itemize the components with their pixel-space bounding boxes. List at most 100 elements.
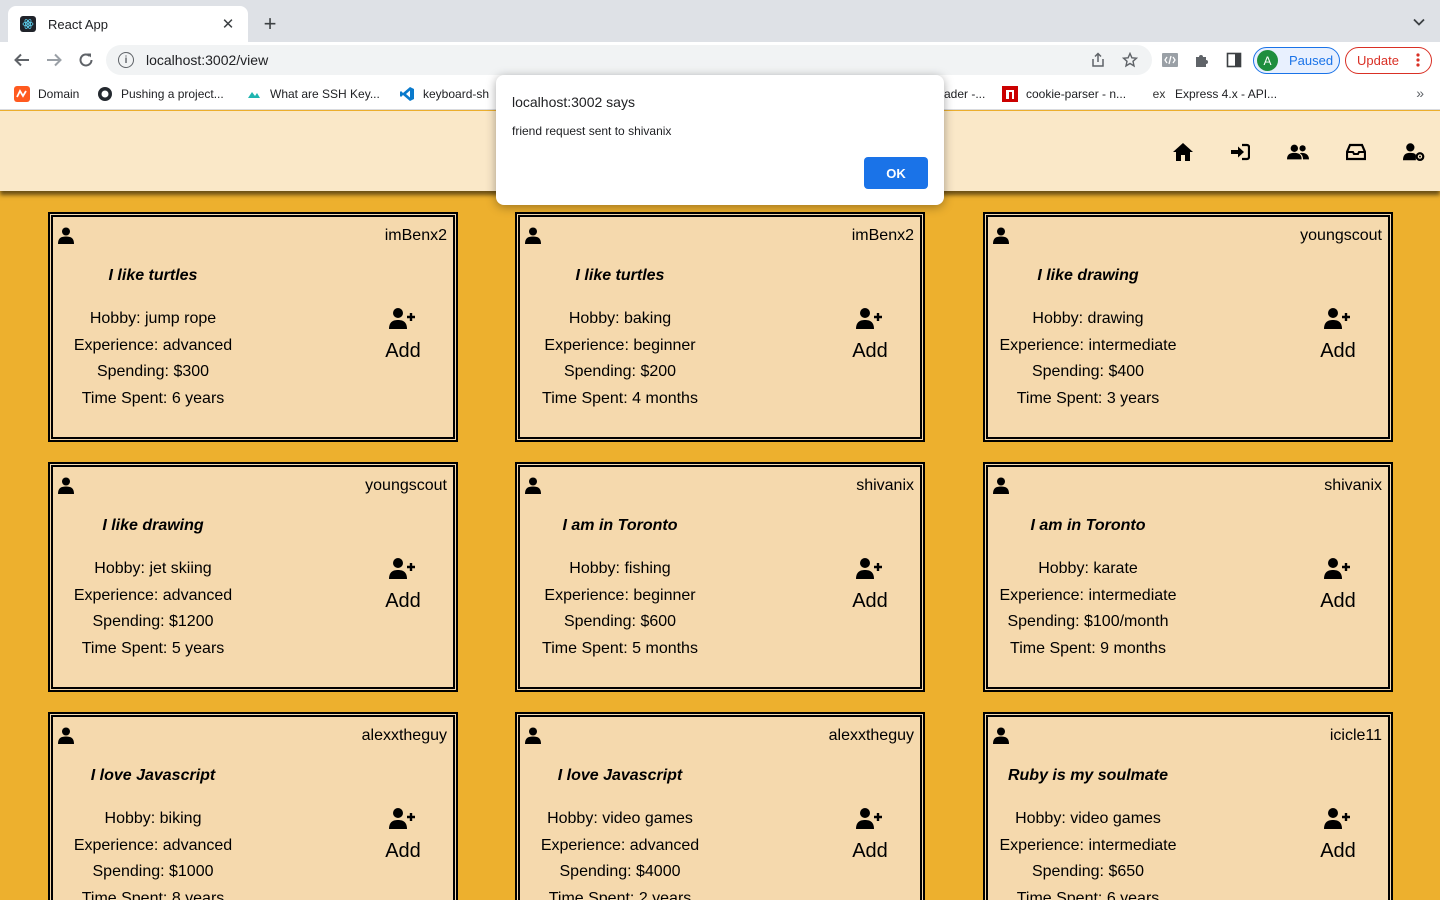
card-experience: Experience: advanced <box>73 336 233 354</box>
update-button[interactable]: Update <box>1345 47 1432 74</box>
domain-icon <box>14 86 30 102</box>
bookmark-cookie-parser[interactable]: cookie-parser - n... <box>1002 85 1126 103</box>
add-label: Add <box>1320 590 1356 612</box>
bookmark-pushing-project[interactable]: Pushing a project... <box>97 85 224 103</box>
card-experience: Experience: intermediate <box>999 836 1177 854</box>
card-experience: Experience: advanced <box>73 586 233 604</box>
user-settings-icon[interactable] <box>1403 141 1425 163</box>
add-user-icon <box>389 807 417 831</box>
add-friend-button[interactable]: Add <box>1313 307 1363 363</box>
close-tab-icon[interactable]: ✕ <box>218 14 238 34</box>
add-friend-button[interactable]: Add <box>1313 807 1363 863</box>
add-friend-button[interactable]: Add <box>845 807 895 863</box>
add-user-icon <box>856 307 884 331</box>
bookmark-keyboard-shortcuts[interactable]: keyboard-sh <box>399 85 489 103</box>
bookmark-domain[interactable]: Domain <box>14 85 79 103</box>
extensions-puzzle-icon[interactable] <box>1193 51 1211 69</box>
add-friend-button[interactable]: Add <box>378 557 428 613</box>
card-username: imBenx2 <box>851 227 914 244</box>
ssh-icon <box>246 86 262 102</box>
card-experience: Experience: beginner <box>544 586 696 604</box>
back-arrow-icon[interactable] <box>10 48 34 72</box>
npm-icon <box>1002 86 1018 102</box>
bookmark-ssh-keys[interactable]: What are SSH Key... <box>246 85 380 103</box>
ok-button[interactable]: OK <box>864 157 928 189</box>
card-time-spent: Time Spent: 5 years <box>81 639 225 657</box>
user-card: alexxtheguy I love Javascript Hobby: video… <box>515 712 925 900</box>
card-info: I love Javascript Hobby: biking Experience… <box>53 767 253 900</box>
card-tagline: Ruby is my soulmate <box>1007 767 1169 784</box>
address-bar[interactable]: i localhost:3002/view <box>106 45 1152 75</box>
add-friend-button[interactable]: Add <box>1313 557 1363 613</box>
add-user-icon <box>856 807 884 831</box>
card-spending: Spending: $1200 <box>92 613 214 630</box>
inbox-icon[interactable] <box>1345 141 1367 163</box>
card-username: youngscout <box>365 477 447 494</box>
person-icon <box>58 477 74 494</box>
card-info: I like drawing Hobby: jet skiing Experienc… <box>53 517 253 662</box>
card-time-spent: Time Spent: 4 months <box>542 389 698 407</box>
card-spending: Spending: $600 <box>563 613 677 630</box>
card-tagline: I am in Toronto <box>1030 517 1146 534</box>
add-friend-button[interactable]: Add <box>378 807 428 863</box>
card-time-spent: Time Spent: 9 months <box>1010 639 1166 657</box>
card-experience: Experience: intermediate <box>999 586 1177 604</box>
add-label: Add <box>852 840 888 862</box>
url-text: localhost:3002/view <box>146 52 269 68</box>
add-label: Add <box>385 840 421 862</box>
user-card: youngscout I like drawing Hobby: drawing Ex… <box>983 212 1393 442</box>
person-icon <box>58 227 74 244</box>
login-icon[interactable] <box>1229 141 1251 163</box>
share-icon[interactable] <box>1090 52 1106 68</box>
card-info: I like turtles Hobby: jump rope Experience… <box>53 267 253 412</box>
bookmark-star-icon[interactable] <box>1122 52 1138 68</box>
add-friend-button[interactable]: Add <box>845 557 895 613</box>
more-menu-icon[interactable] <box>1416 52 1420 68</box>
add-user-icon <box>1324 307 1352 331</box>
card-tagline: I like turtles <box>575 267 665 284</box>
card-tagline: I like turtles <box>108 267 198 284</box>
update-label: Update <box>1357 53 1399 68</box>
card-hobby: Hobby: video games <box>1015 810 1161 827</box>
bookmark-label: ader -... <box>944 87 986 101</box>
card-hobby: Hobby: fishing <box>569 560 671 577</box>
bookmark-label: What are SSH Key... <box>270 87 380 101</box>
bookmark-label: Domain <box>38 87 80 101</box>
profile-button[interactable]: A Paused <box>1253 47 1340 74</box>
alert-dialog: localhost:3002 says friend request sent … <box>496 75 944 205</box>
user-cards-grid: imBenx2 I like turtles Hobby: jump rope Exp… <box>0 191 1440 900</box>
card-hobby: Hobby: jet skiing <box>94 560 212 577</box>
home-icon[interactable] <box>1172 141 1194 163</box>
browser-tab[interactable]: React App ✕ <box>8 6 248 42</box>
friends-icon[interactable] <box>1287 141 1309 163</box>
devtools-extension-icon[interactable] <box>1161 51 1179 69</box>
card-username: alexxtheguy <box>361 727 447 744</box>
bookmark-label: cookie-parser - n... <box>1026 87 1127 101</box>
bookmark-label: Pushing a project... <box>121 87 224 101</box>
bookmarks-overflow-icon[interactable]: » <box>1416 85 1424 101</box>
card-time-spent: Time Spent: 2 years <box>548 889 692 900</box>
browser-toolbar: i localhost:3002/view A Paused Update <box>0 42 1440 78</box>
chevron-down-icon[interactable] <box>1410 13 1428 31</box>
add-friend-button[interactable]: Add <box>378 307 428 363</box>
card-spending: Spending: $300 <box>96 363 210 380</box>
bookmark-express-api[interactable]: ex Express 4.x - API... <box>1151 85 1277 103</box>
site-info-icon[interactable]: i <box>118 52 134 68</box>
card-info: I love Javascript Hobby: video games Exper… <box>520 767 720 900</box>
add-user-icon <box>389 557 417 581</box>
new-tab-button[interactable]: + <box>258 11 282 36</box>
browser-tabstrip: React App ✕ + <box>0 0 1440 42</box>
reload-icon[interactable] <box>74 48 98 72</box>
add-label: Add <box>385 590 421 612</box>
user-card: icicle11 Ruby is my soulmate Hobby: video … <box>983 712 1393 900</box>
add-friend-button[interactable]: Add <box>845 307 895 363</box>
express-icon: ex <box>1152 87 1166 101</box>
forward-arrow-icon[interactable] <box>42 48 66 72</box>
person-icon <box>58 727 74 744</box>
side-panel-icon[interactable] <box>1225 51 1243 69</box>
card-experience: Experience: advanced <box>540 836 700 854</box>
bookmark-reader[interactable]: ader -... <box>944 85 985 103</box>
add-user-icon <box>1324 557 1352 581</box>
user-card: alexxtheguy I love Javascript Hobby: bikin… <box>48 712 458 900</box>
card-spending: Spending: $1000 <box>92 863 214 880</box>
